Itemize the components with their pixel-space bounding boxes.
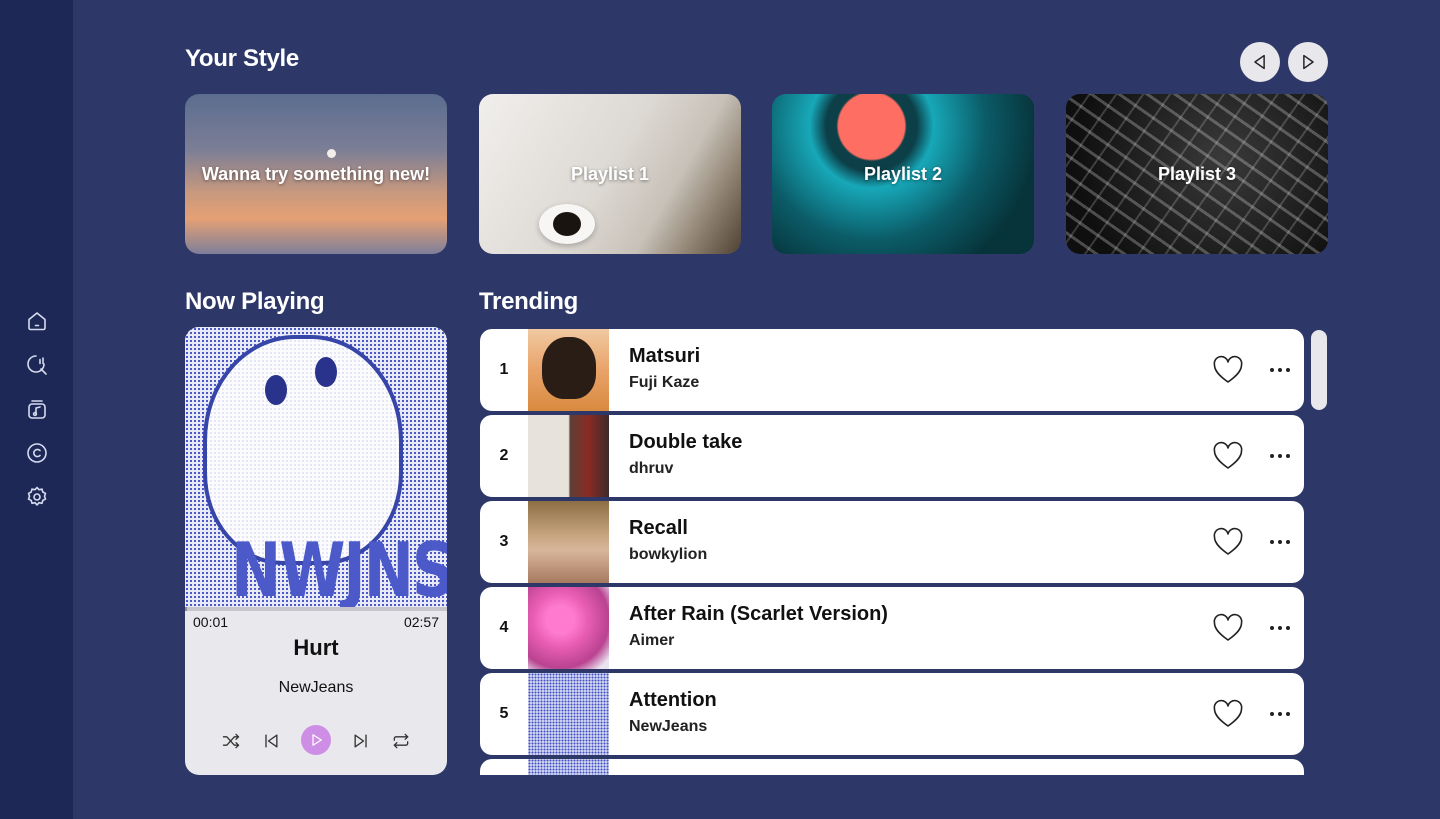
trending-track-artist: dhruv: [629, 460, 674, 477]
like-button[interactable]: [1212, 355, 1244, 385]
duration-time: 02:57: [403, 614, 439, 630]
more-options-button[interactable]: [1268, 703, 1292, 725]
trending-row[interactable]: [480, 759, 1304, 775]
trending-track-title: Double take: [629, 431, 743, 453]
album-logo-text: NWJNS: [231, 527, 447, 615]
track-artist: NewJeans: [278, 679, 354, 696]
trending-track-artist: NewJeans: [629, 718, 708, 735]
track-rank: 3: [499, 533, 509, 550]
style-card-playlist-1[interactable]: Playlist 1: [479, 94, 741, 254]
track-thumbnail: [528, 759, 609, 775]
carousel-next-button[interactable]: [1288, 42, 1328, 82]
style-card-playlist-2[interactable]: Playlist 2: [772, 94, 1034, 254]
style-card-label: Playlist 2: [863, 163, 943, 184]
bunny-eye: [315, 357, 337, 387]
style-card-label: Wanna try something new!: [201, 163, 431, 184]
sidebar: [0, 0, 73, 819]
triangle-right-icon: [1303, 54, 1314, 70]
like-button[interactable]: [1212, 527, 1244, 557]
like-button[interactable]: [1212, 613, 1244, 643]
bunny-eye: [265, 375, 287, 405]
more-options-button[interactable]: [1268, 445, 1292, 467]
heart-icon: [1213, 355, 1243, 383]
progress-fill: [185, 607, 187, 611]
current-time: 00:01: [193, 614, 229, 630]
repeat-icon: [393, 733, 409, 749]
trending-track-artist: bowkylion: [629, 546, 708, 563]
trending-scrollbar[interactable]: [1311, 330, 1327, 410]
trending-track-title: Matsuri: [629, 345, 701, 367]
track-rank: 4: [499, 619, 509, 636]
like-button[interactable]: [1212, 441, 1244, 471]
play-icon: [312, 734, 322, 746]
track-thumbnail: [528, 501, 609, 583]
trending-title: Trending: [479, 288, 578, 315]
music-library-icon[interactable]: [24, 396, 50, 422]
track-rank: 2: [499, 447, 509, 464]
album-art: NWJNS: [185, 327, 447, 615]
shuffle-icon: [222, 733, 240, 749]
trending-track-artist: Fuji Kaze: [629, 374, 700, 391]
trending-track-title: After Rain (Scarlet Version): [629, 603, 888, 625]
trending-row[interactable]: 2 Double take dhruv: [480, 415, 1304, 497]
style-card-label: Playlist 1: [570, 163, 650, 184]
track-rank: 5: [499, 705, 509, 722]
trending-row[interactable]: 1 Matsuri Fuji Kaze: [480, 329, 1304, 411]
play-button[interactable]: [301, 725, 331, 755]
track-title: Hurt: [293, 635, 339, 660]
previous-button[interactable]: [257, 727, 285, 755]
carousel-prev-button[interactable]: [1240, 42, 1280, 82]
style-card-discover[interactable]: Wanna try something new!: [185, 94, 447, 254]
moon-image: [327, 149, 336, 158]
triangle-left-icon: [1254, 54, 1265, 70]
now-playing-title: Now Playing: [185, 288, 325, 315]
your-style-title: Your Style: [185, 45, 299, 72]
style-card-playlist-3[interactable]: Playlist 3: [1066, 94, 1328, 254]
track-thumbnail: [528, 329, 609, 411]
heart-icon: [1213, 527, 1243, 555]
heart-icon: [1213, 441, 1243, 469]
now-playing-card: NWJNS 00:01 02:57 Hurt NewJeans: [185, 327, 447, 775]
trending-track-title: Attention: [629, 689, 717, 711]
home-icon[interactable]: [24, 308, 50, 334]
heart-icon: [1213, 699, 1243, 727]
trending-row[interactable]: 4 After Rain (Scarlet Version) Aimer: [480, 587, 1304, 669]
search-icon[interactable]: [24, 352, 50, 378]
trending-track-title: Recall: [629, 517, 688, 539]
style-card-label: Playlist 3: [1157, 163, 1237, 184]
track-thumbnail: [528, 415, 609, 497]
copyright-icon[interactable]: [24, 440, 50, 466]
heart-icon: [1213, 613, 1243, 641]
more-options-button[interactable]: [1268, 531, 1292, 553]
trending-row[interactable]: 3 Recall bowkylion: [480, 501, 1304, 583]
shuffle-button[interactable]: [217, 727, 245, 755]
trending-row[interactable]: 5 Attention NewJeans: [480, 673, 1304, 755]
like-button[interactable]: [1212, 699, 1244, 729]
track-thumbnail: [528, 587, 609, 669]
track-rank: 1: [499, 361, 509, 378]
more-options-button[interactable]: [1268, 617, 1292, 639]
track-thumbnail: [528, 673, 609, 755]
skip-forward-icon: [354, 734, 367, 748]
trending-track-artist: Aimer: [629, 632, 675, 649]
skip-back-icon: [265, 734, 278, 748]
repeat-button[interactable]: [387, 727, 415, 755]
settings-icon[interactable]: [24, 484, 50, 510]
trending-list: 1 Matsuri Fuji Kaze 2 Double take dhruv …: [480, 329, 1305, 775]
coffee-cup-image: [539, 204, 595, 244]
next-button[interactable]: [347, 727, 375, 755]
progress-bar[interactable]: [185, 607, 447, 611]
more-options-button[interactable]: [1268, 359, 1292, 381]
